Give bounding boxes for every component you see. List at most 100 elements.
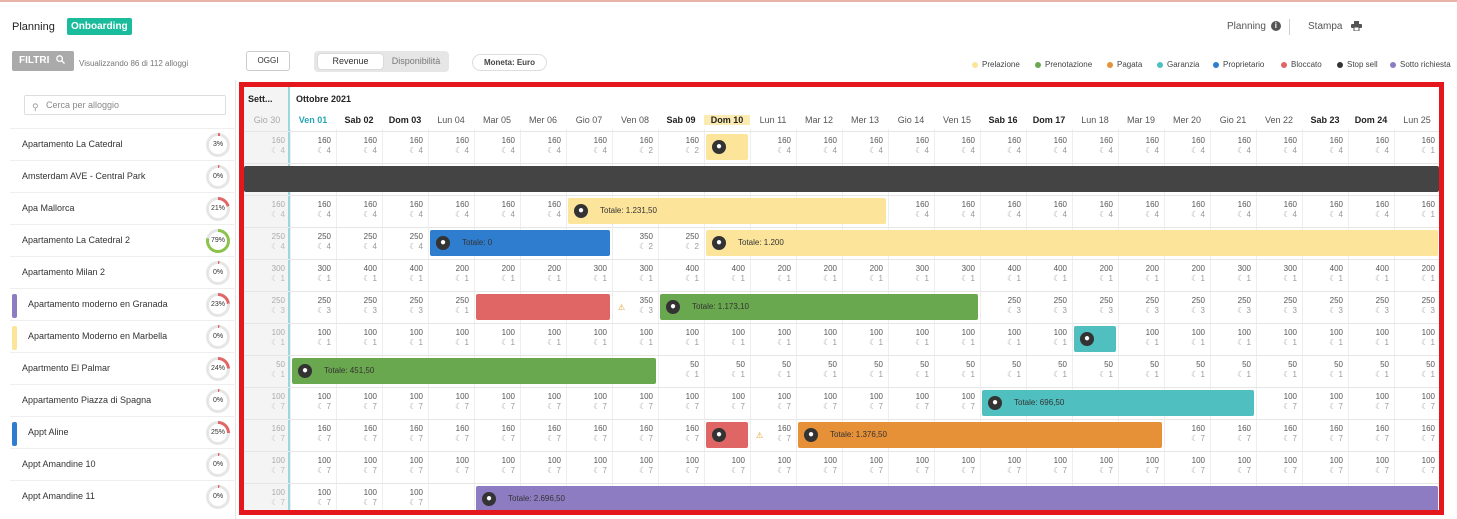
day-header[interactable]: Mar 05 (474, 115, 520, 125)
day-cell[interactable]: 160 ☾ 4 (1164, 132, 1210, 164)
day-cell[interactable]: 100 ☾ 1 (244, 324, 290, 356)
day-cell[interactable]: 100 ☾ 1 (566, 324, 612, 356)
day-header[interactable]: Mar 19 (1118, 115, 1164, 125)
day-cell[interactable]: 100 ☾ 7 (336, 452, 382, 484)
day-cell[interactable]: 50 ☾ 1 (750, 356, 796, 388)
day-cell[interactable]: 100 ☾ 7 (888, 452, 934, 484)
day-cell[interactable]: 100 ☾ 7 (612, 388, 658, 420)
day-cell[interactable]: 100 ☾ 7 (382, 484, 428, 510)
day-cell[interactable]: 100 ☾ 7 (1394, 388, 1439, 420)
day-cell[interactable]: 160 ☾ 4 (842, 132, 888, 164)
property-row[interactable]: Apartamento La Catedral 2 79% (10, 224, 236, 256)
filter-button[interactable]: FILTRI (12, 51, 74, 71)
day-cell[interactable]: 160 ☾ 7 (612, 420, 658, 452)
day-cell[interactable]: 160 ☾ 4 (336, 132, 382, 164)
day-cell[interactable]: 250 ☾ 3 (290, 292, 336, 324)
day-header[interactable]: Ven 22 (1256, 115, 1302, 125)
property-row[interactable]: Apartamento Milan 2 0% (10, 256, 236, 288)
day-cell[interactable]: 160 ☾ 4 (1072, 132, 1118, 164)
revenue-tab[interactable]: Revenue (318, 54, 383, 69)
booking-bar[interactable]: ● (706, 134, 748, 160)
day-cell[interactable]: 100 ☾ 7 (428, 388, 474, 420)
day-cell[interactable]: 160 ☾ 2 (658, 132, 704, 164)
property-search-input[interactable]: ⚲ Cerca per alloggio (24, 95, 226, 115)
property-row[interactable]: Appt Aline 25% (10, 416, 236, 448)
day-cell[interactable]: 160 ☾ 4 (888, 132, 934, 164)
day-cell[interactable]: 160 ☾ 4 (1072, 196, 1118, 228)
day-header[interactable]: Ven 01 (290, 115, 336, 125)
day-cell[interactable]: 160 ☾ 1 (1394, 132, 1439, 164)
day-cell[interactable]: 100 ☾ 1 (1164, 324, 1210, 356)
day-cell[interactable]: 160 ☾ 4 (1256, 196, 1302, 228)
day-cell[interactable]: 300 ☾ 1 (244, 260, 290, 292)
day-header[interactable]: Sab 09 (658, 115, 704, 125)
property-row[interactable]: Appartamento Piazza di Spagna 0% (10, 384, 236, 416)
day-cell[interactable]: 100 ☾ 7 (336, 388, 382, 420)
day-cell[interactable]: 100 ☾ 7 (474, 452, 520, 484)
warning-icon[interactable]: ⚠ (618, 303, 625, 312)
day-cell[interactable]: 300 ☾ 1 (566, 260, 612, 292)
day-cell[interactable]: 160 ☾ 4 (1302, 132, 1348, 164)
day-cell[interactable]: 100 ☾ 1 (290, 324, 336, 356)
day-cell[interactable]: 50 ☾ 1 (796, 356, 842, 388)
day-cell[interactable]: 160 ☾ 4 (1026, 196, 1072, 228)
day-cell[interactable]: 200 ☾ 1 (474, 260, 520, 292)
day-cell[interactable]: 160 ☾ 7 (382, 420, 428, 452)
day-cell[interactable]: 160 ☾ 4 (566, 132, 612, 164)
day-cell[interactable]: 100 ☾ 1 (1118, 324, 1164, 356)
day-cell[interactable]: 200 ☾ 1 (1118, 260, 1164, 292)
day-cell[interactable]: 50 ☾ 1 (842, 356, 888, 388)
day-cell[interactable]: 100 ☾ 1 (658, 324, 704, 356)
day-header[interactable]: Mar 12 (796, 115, 842, 125)
property-row[interactable]: Apartmento El Palmar 24% (10, 352, 236, 384)
day-cell[interactable]: 200 ☾ 1 (750, 260, 796, 292)
day-cell[interactable]: 100 ☾ 7 (1072, 452, 1118, 484)
day-cell[interactable]: 250 ☾ 4 (336, 228, 382, 260)
day-cell[interactable]: 160 ☾ 4 (1256, 132, 1302, 164)
warning-icon[interactable]: ⚠ (756, 431, 763, 440)
day-cell[interactable]: 400 ☾ 1 (704, 260, 750, 292)
booking-bar[interactable]: ● Totale: 451,50 (292, 358, 656, 384)
day-cell[interactable]: 100 ☾ 7 (1348, 388, 1394, 420)
day-cell[interactable]: 160 ☾ 7 (1210, 420, 1256, 452)
day-cell[interactable]: 250 ☾ 4 (290, 228, 336, 260)
day-cell[interactable]: 160 ☾ 7 (428, 420, 474, 452)
day-cell[interactable]: 100 ☾ 7 (704, 388, 750, 420)
day-cell[interactable]: 160 ☾ 4 (934, 132, 980, 164)
day-cell[interactable]: 160 ☾ 4 (428, 196, 474, 228)
day-cell[interactable]: 100 ☾ 7 (612, 452, 658, 484)
day-cell[interactable]: 160 ☾ 2 (612, 132, 658, 164)
day-cell[interactable]: 160 ☾ 7 (566, 420, 612, 452)
day-cell[interactable]: 160 ☾ 7 (336, 420, 382, 452)
booking-bar[interactable]: ● Totale: 1.376,50 (798, 422, 1162, 448)
day-cell[interactable]: 160 ☾ 4 (980, 132, 1026, 164)
day-cell[interactable]: 100 ☾ 7 (658, 388, 704, 420)
day-header[interactable]: Sab 23 (1302, 115, 1348, 125)
day-cell[interactable]: 50 ☾ 1 (658, 356, 704, 388)
day-cell[interactable]: 160 ☾ 4 (290, 132, 336, 164)
day-cell[interactable]: 50 ☾ 1 (1210, 356, 1256, 388)
day-header[interactable]: Mer 13 (842, 115, 888, 125)
day-cell[interactable]: 100 ☾ 7 (796, 452, 842, 484)
day-cell[interactable]: 160 ☾ 1 (1394, 196, 1439, 228)
day-cell[interactable]: 160 ☾ 7 (1302, 420, 1348, 452)
day-cell[interactable]: 160 ☾ 4 (934, 196, 980, 228)
day-cell[interactable]: 200 ☾ 1 (520, 260, 566, 292)
day-header[interactable]: Dom 10 (704, 115, 750, 125)
booking-bar[interactable]: ● (1074, 326, 1116, 352)
day-cell[interactable]: 100 ☾ 1 (612, 324, 658, 356)
info-icon[interactable]: i (1270, 21, 1281, 32)
day-cell[interactable]: 250 ☾ 3 (1210, 292, 1256, 324)
day-cell[interactable]: 160 ☾ 7 (1164, 420, 1210, 452)
day-cell[interactable]: 400 ☾ 1 (980, 260, 1026, 292)
day-cell[interactable]: 250 ☾ 4 (382, 228, 428, 260)
day-header[interactable]: Dom 24 (1348, 115, 1394, 125)
day-cell[interactable]: 50 ☾ 1 (704, 356, 750, 388)
day-cell[interactable]: 250 ☾ 2 (658, 228, 704, 260)
day-header[interactable]: Gio 30 (244, 115, 290, 125)
day-cell[interactable]: 160 ☾ 4 (382, 196, 428, 228)
day-cell[interactable]: 100 ☾ 1 (750, 324, 796, 356)
day-cell[interactable]: 350 ☾ 2 (612, 228, 658, 260)
day-cell[interactable]: 100 ☾ 7 (290, 388, 336, 420)
day-cell[interactable]: 100 ☾ 7 (934, 388, 980, 420)
